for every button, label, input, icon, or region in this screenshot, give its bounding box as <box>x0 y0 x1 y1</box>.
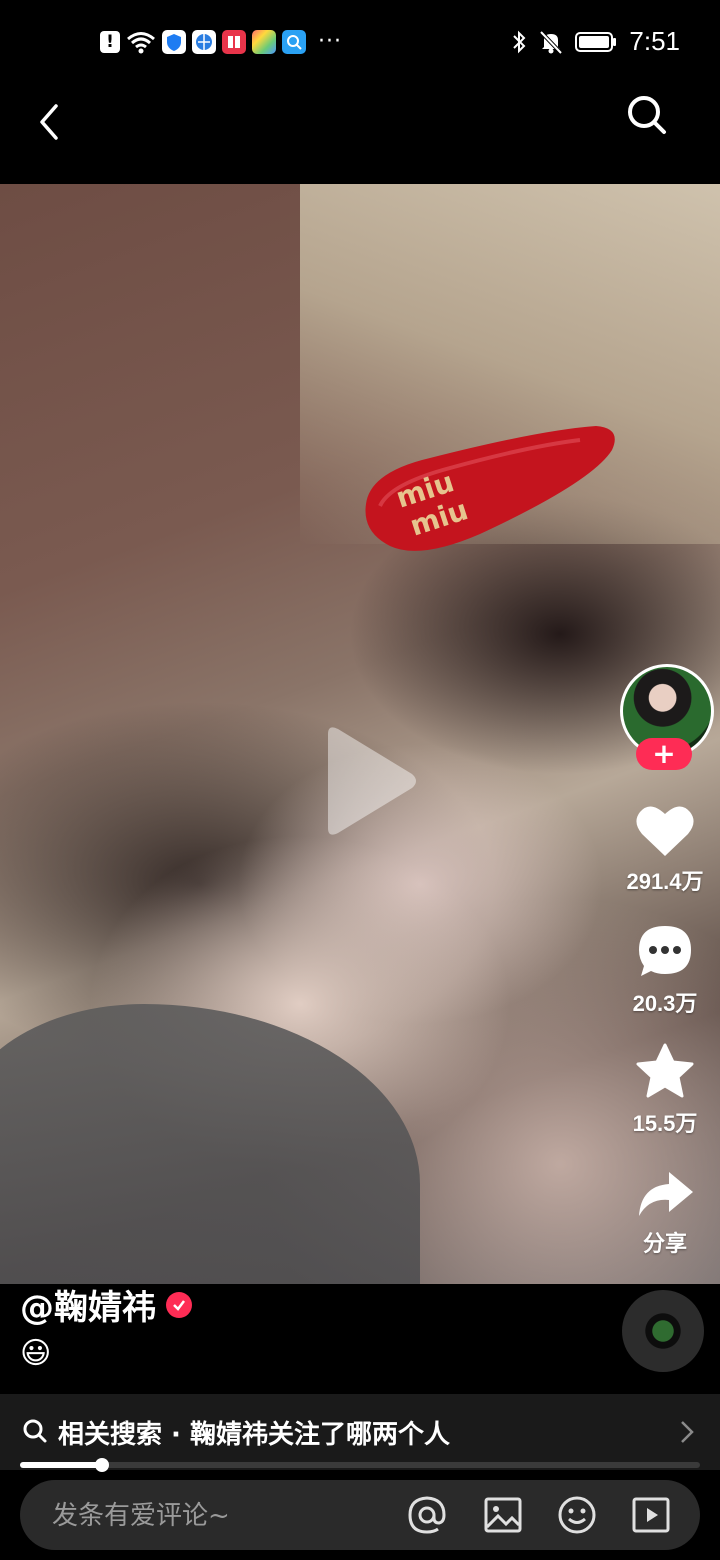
chevron-right-icon <box>681 1421 694 1443</box>
heart-icon <box>636 806 694 856</box>
verified-badge-icon <box>166 1291 192 1318</box>
wifi-icon <box>127 31 155 53</box>
comment-input[interactable] <box>50 1498 384 1534</box>
shield-app-icon <box>162 29 186 54</box>
search-icon <box>23 1419 47 1443</box>
chevron-left-icon[interactable] <box>30 94 70 150</box>
hair-clip-image: miu miu <box>365 426 615 551</box>
related-search-bar[interactable]: 相关搜索 · 鞠婧祎关注了哪两个人 <box>0 1394 720 1470</box>
share-label: 分享 <box>642 1231 687 1256</box>
comment-button[interactable]: 20.3万 <box>610 922 720 1018</box>
video-player-screen: ! ··· 7:51 miu miu + 291.4万 20.3万 15.5万 … <box>0 0 720 1560</box>
comment-icon <box>639 926 691 976</box>
progress-handle[interactable] <box>94 1458 109 1472</box>
mute-bell-icon <box>539 30 563 54</box>
share-button[interactable]: 分享 <box>610 1168 720 1258</box>
author-row[interactable]: @鞠婧祎 <box>20 1280 192 1329</box>
related-search-label: 相关搜索 · 鞠婧祎关注了哪两个人 <box>58 1420 450 1450</box>
author-name[interactable]: @鞠婧祎 <box>20 1280 156 1329</box>
status-right: 7:51 <box>511 26 680 57</box>
share-arrow-icon <box>639 1172 693 1216</box>
play-icon[interactable] <box>320 724 420 838</box>
top-nav <box>0 84 720 184</box>
status-bar: ! ··· 7:51 <box>0 0 720 84</box>
caption: 😃 <box>20 1336 52 1371</box>
battery-icon <box>575 31 617 52</box>
photos-app-icon <box>252 29 276 54</box>
comment-count: 20.3万 <box>632 991 698 1016</box>
star-icon <box>636 1043 694 1098</box>
emoji-icon[interactable] <box>556 1494 598 1536</box>
image-icon[interactable] <box>482 1494 524 1536</box>
comment-bar <box>20 1480 700 1550</box>
at-icon[interactable] <box>406 1494 448 1536</box>
follow-button[interactable]: + <box>636 738 692 770</box>
video-icon[interactable] <box>630 1494 672 1536</box>
warning-icon: ! <box>100 30 120 53</box>
search-icon[interactable] <box>624 92 670 138</box>
like-count: 291.4万 <box>626 869 704 894</box>
browser-app-icon <box>192 29 216 54</box>
more-dots: ··· <box>318 29 342 54</box>
video-progress-bar[interactable] <box>20 1458 700 1472</box>
video-pillow <box>0 1004 420 1284</box>
book-app-icon <box>222 29 246 54</box>
progress-fill <box>20 1462 102 1468</box>
status-left: ! ··· <box>100 29 342 54</box>
favorite-button[interactable]: 15.5万 <box>610 1042 720 1138</box>
clock: 7:51 <box>629 26 680 56</box>
bluetooth-icon <box>513 30 526 53</box>
search-app-icon <box>282 29 306 54</box>
favorite-count: 15.5万 <box>632 1111 698 1136</box>
like-button[interactable]: 291.4万 <box>610 802 720 896</box>
music-disc[interactable] <box>622 1290 704 1372</box>
